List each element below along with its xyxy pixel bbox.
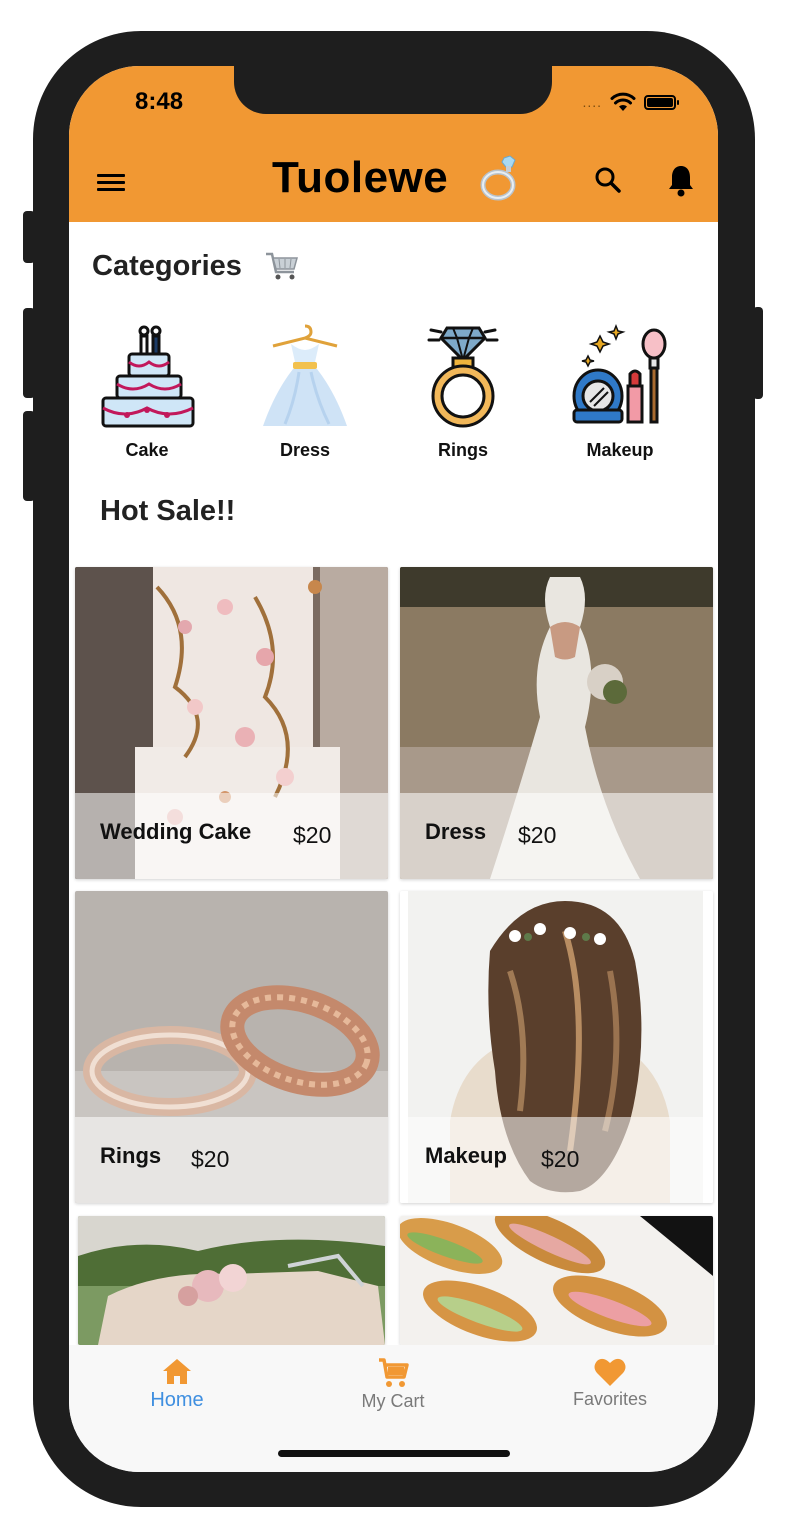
category-cake[interactable]: Cake — [82, 322, 212, 460]
product-name: Wedding Cake — [100, 819, 252, 844]
category-label-makeup: Makeup — [586, 440, 654, 460]
hot-sale-title: Hot Sale!! — [100, 495, 236, 527]
home-indicator[interactable] — [278, 1450, 510, 1457]
product-name: Dress — [425, 819, 487, 844]
product-price: $20 — [518, 822, 557, 848]
home-icon — [163, 1359, 191, 1384]
ring-icon — [480, 155, 516, 201]
nav-favorites[interactable]: Favorites — [540, 1357, 680, 1410]
cake-icon — [101, 325, 195, 428]
ring-icon — [427, 326, 499, 428]
status-time: 8:48 — [135, 88, 184, 115]
menu-button[interactable] — [97, 170, 127, 192]
cart-icon — [379, 1358, 409, 1387]
nav-label-my-cart: My Cart — [361, 1391, 425, 1411]
signal-dots: .... — [582, 94, 602, 110]
product-name: Rings — [100, 1143, 162, 1168]
makeup-icon — [572, 323, 667, 424]
app-screen: 8:48 .... Tuolewe Categories Cake Dress … — [69, 66, 718, 1472]
status-icons: .... — [582, 92, 679, 112]
product-name: Makeup — [425, 1143, 507, 1168]
category-makeup[interactable]: Makeup — [555, 322, 685, 460]
wifi-icon — [610, 92, 636, 111]
category-label-dress: Dress — [279, 440, 331, 460]
dress-icon — [263, 324, 347, 426]
bell-icon[interactable] — [666, 163, 696, 197]
nav-label-home: Home — [150, 1389, 204, 1411]
product-price: $20 — [293, 822, 332, 848]
battery-icon — [644, 94, 679, 110]
product-price: $20 — [191, 1146, 230, 1172]
app-header: 8:48 .... Tuolewe — [69, 66, 718, 222]
heart-icon — [594, 1358, 626, 1386]
product-price: $20 — [541, 1146, 580, 1172]
categories-title: Categories — [92, 250, 242, 282]
product-card-dress[interactable]: Dress $20 — [400, 567, 713, 879]
product-card-car[interactable] — [78, 1216, 385, 1345]
wedding-car-photo — [78, 1216, 385, 1345]
nav-my-cart[interactable]: My Cart — [323, 1357, 463, 1412]
product-card-makeup[interactable]: Makeup $20 — [400, 891, 713, 1203]
nav-label-favorites: Favorites — [572, 1389, 648, 1409]
croissant-sandwich-photo — [400, 1216, 713, 1345]
search-icon[interactable] — [593, 165, 623, 195]
product-card-food[interactable] — [400, 1216, 713, 1345]
category-rings[interactable]: Rings — [398, 322, 528, 460]
product-card-rings[interactable]: Rings $20 — [75, 891, 388, 1203]
nav-home[interactable]: Home — [107, 1357, 247, 1412]
app-title: Tuolewe — [272, 153, 449, 202]
device-notch — [234, 66, 552, 114]
category-dress[interactable]: Dress — [240, 322, 370, 460]
category-label-cake: Cake — [125, 440, 169, 460]
shopping-cart-icon — [266, 252, 298, 280]
category-label-rings: Rings — [437, 440, 488, 460]
product-card-wedding-cake[interactable]: Wedding Cake $20 — [75, 567, 388, 879]
